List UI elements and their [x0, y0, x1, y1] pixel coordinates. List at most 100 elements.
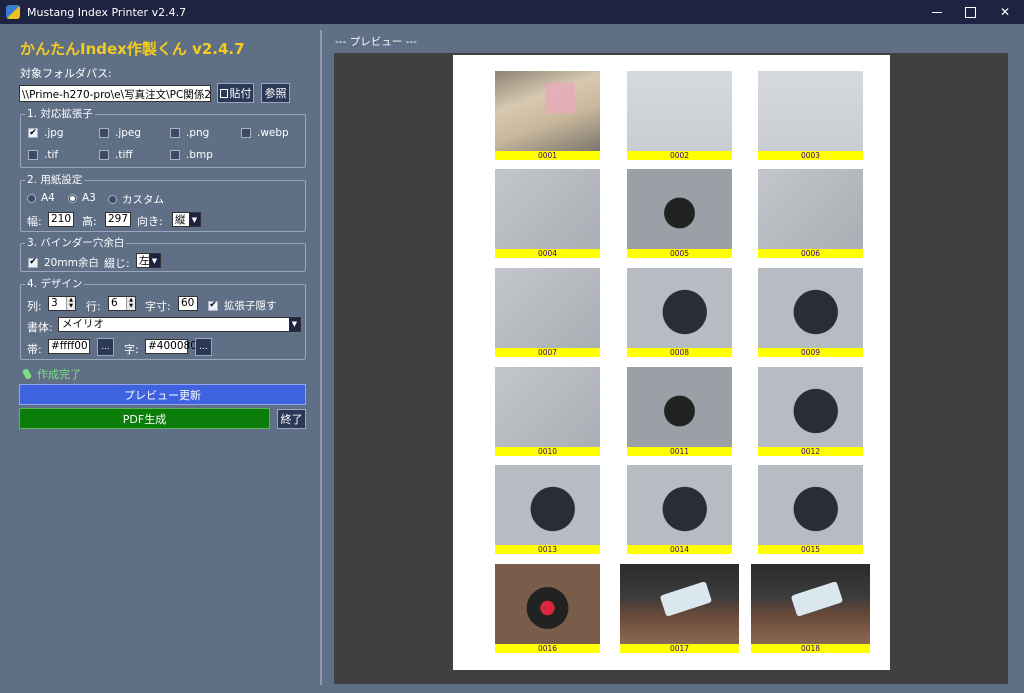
folder-label: 対象フォルダパス:: [20, 67, 112, 80]
thumbnail-label: 0004: [495, 249, 600, 258]
thumbnail: 0014: [627, 465, 732, 554]
ext-tiff-checkbox[interactable]: .tiff: [99, 149, 133, 161]
maximize-button[interactable]: [953, 0, 987, 24]
cols-label: 列:: [27, 300, 42, 313]
spin-arrows-icon[interactable]: ▲ ▼: [66, 297, 75, 310]
paper-a3-radio[interactable]: A3: [68, 192, 96, 204]
thumbnail-label: 0018: [751, 644, 870, 653]
ext-jpg-checkbox[interactable]: ✔ .jpg: [28, 127, 64, 139]
spin-arrows-icon[interactable]: ▲ ▼: [126, 297, 135, 310]
ext-label: .tiff: [115, 149, 133, 161]
width-input[interactable]: 210: [48, 212, 74, 227]
checkbox-box: ✔: [28, 127, 38, 138]
binding-value: 左: [139, 255, 150, 267]
radio-dot: [108, 195, 117, 204]
width-label: 幅:: [27, 215, 42, 228]
thumbnail-photo: [751, 564, 870, 644]
browse-button[interactable]: 参照: [261, 83, 290, 103]
status-text: 作成完了: [37, 368, 81, 381]
ext-label: .tif: [44, 149, 59, 161]
thumbnail-photo: [495, 169, 600, 249]
thumbnail-photo: [758, 465, 863, 545]
thumbnail-photo: [758, 367, 863, 447]
thumbnail: 0016: [495, 564, 600, 653]
thumbnail: 0002: [627, 71, 732, 160]
binding-select[interactable]: 左 ▼: [136, 253, 161, 268]
radio-label: A3: [82, 192, 96, 204]
app-icon: [6, 5, 20, 19]
minimize-button[interactable]: [920, 0, 954, 24]
ext-tif-checkbox[interactable]: .tif: [28, 149, 58, 161]
orientation-value: 縦: [175, 214, 186, 226]
thumbnail-photo: [627, 268, 732, 348]
binder-title: 3. バインダー穴余白: [25, 237, 127, 249]
band-color-picker-button[interactable]: ...: [97, 338, 114, 356]
thumbnail: 0004: [495, 169, 600, 258]
thumbnail: 0001: [495, 71, 600, 160]
binder-margin-checkbox[interactable]: ✔ 20mm余白: [28, 255, 99, 270]
thumbnail-photo: [627, 71, 732, 151]
paper-a4-radio[interactable]: A4: [27, 192, 55, 204]
band-color-input[interactable]: #ffff00: [48, 339, 90, 354]
status-icon: [22, 369, 32, 379]
thumbnail-label: 0015: [758, 545, 863, 554]
binding-label: 綴じ:: [104, 257, 130, 270]
ext-jpeg-checkbox[interactable]: .jpeg: [99, 127, 141, 139]
thumbnail-label: 0007: [495, 348, 600, 357]
panel-splitter[interactable]: [320, 30, 322, 685]
ext-label: .bmp: [186, 149, 213, 161]
radio-label: A4: [41, 192, 55, 204]
exit-button[interactable]: 終了: [277, 409, 306, 429]
thumbnail: 0011: [627, 367, 732, 456]
binder-margin-label: 20mm余白: [44, 257, 99, 269]
rows-stepper[interactable]: 6 ▲ ▼: [108, 296, 136, 311]
preview-update-button[interactable]: プレビュー更新: [19, 384, 306, 405]
cols-stepper[interactable]: 3 ▲ ▼: [48, 296, 76, 311]
thumbnail: 0018: [751, 564, 870, 653]
status-message: 作成完了: [22, 366, 81, 382]
thumbnail-label: 0011: [627, 447, 732, 456]
extensions-title: 1. 対応拡張子: [25, 108, 95, 120]
thumbnail: 0009: [758, 268, 863, 357]
radio-label: カスタム: [122, 194, 164, 206]
thumbnail: 0007: [495, 268, 600, 357]
ext-png-checkbox[interactable]: .png: [170, 127, 209, 139]
font-label: 書体:: [27, 321, 53, 334]
thumbnail-label: 0012: [758, 447, 863, 456]
height-label: 高:: [82, 215, 97, 228]
pdf-generate-button[interactable]: PDF生成: [19, 408, 270, 429]
thumbnail: 0006: [758, 169, 863, 258]
ext-webp-checkbox[interactable]: .webp: [241, 127, 289, 139]
paper-custom-radio[interactable]: カスタム: [108, 192, 164, 207]
orientation-label: 向き:: [137, 215, 163, 228]
orientation-select[interactable]: 縦 ▼: [172, 212, 201, 227]
thumbnail-label: 0013: [495, 545, 600, 554]
thumbnail-photo: [758, 268, 863, 348]
folder-path-input[interactable]: \\Prime-h270-pro\e\写真注文\PC関係2026: [19, 85, 211, 102]
paste-button[interactable]: 貼付: [217, 83, 254, 103]
thumbnail-photo: [495, 71, 600, 151]
ext-bmp-checkbox[interactable]: .bmp: [170, 149, 213, 161]
hide-ext-checkbox[interactable]: ✔ 拡張子隠す: [208, 298, 277, 313]
text-color-picker-button[interactable]: ...: [195, 338, 212, 356]
height-input[interactable]: 297: [105, 212, 131, 227]
thumbnail-photo: [758, 71, 863, 151]
preview-page: 0001 0002 0003 0004 0005 0006 0007 0008 0009 0010…: [453, 55, 890, 670]
design-title: 4. デザイン: [25, 278, 85, 290]
thumbnail-label: 0017: [620, 644, 739, 653]
thumbnail-photo: [627, 367, 732, 447]
ext-label: .webp: [257, 127, 289, 139]
checkbox-box: [241, 128, 251, 138]
thumbnail: 0008: [627, 268, 732, 357]
text-color-label: 字:: [124, 343, 139, 356]
close-button[interactable]: ✕: [988, 0, 1022, 24]
app-heading: かんたんIndex作製くん v2.4.7: [20, 40, 245, 58]
checkbox-box: [170, 128, 180, 138]
rows-value: 6: [111, 297, 118, 309]
text-color-input[interactable]: #400080: [145, 339, 197, 354]
font-select[interactable]: メイリオ ▼: [58, 317, 301, 332]
thumbnail: 0017: [620, 564, 739, 653]
fontsize-input[interactable]: 60: [178, 296, 198, 311]
checkbox-box: [170, 150, 180, 160]
thumbnail: 0013: [495, 465, 600, 554]
